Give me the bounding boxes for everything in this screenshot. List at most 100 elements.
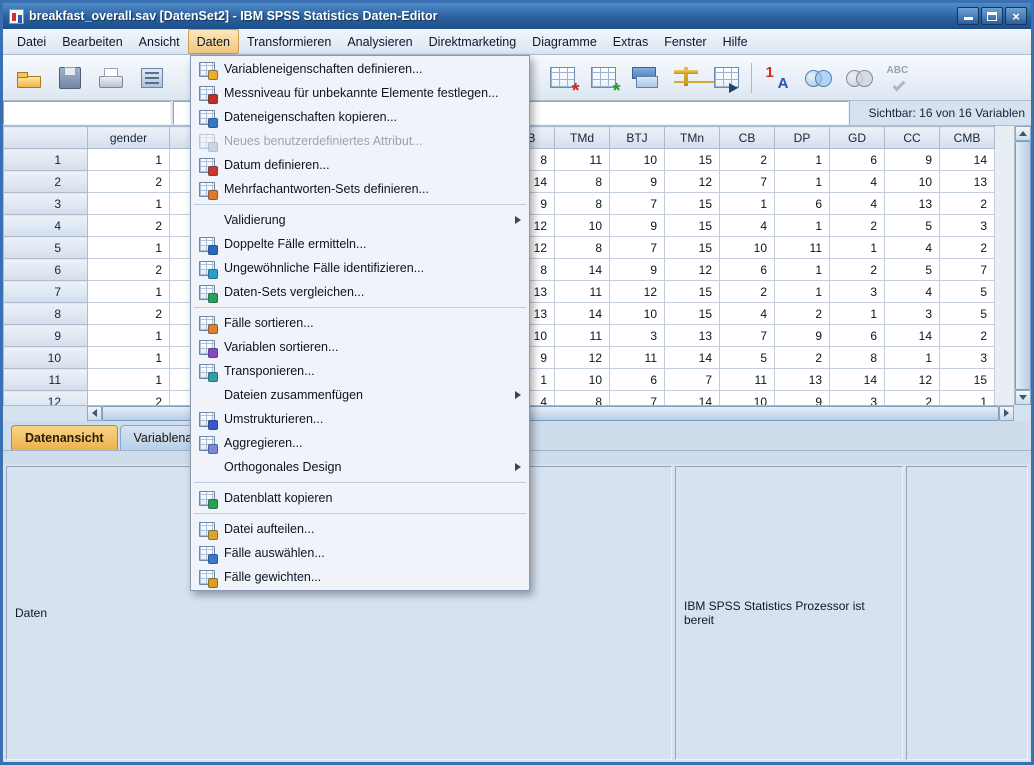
toolbar-button-save[interactable] xyxy=(49,58,90,98)
data-cell[interactable]: 7 xyxy=(940,259,995,281)
menu-item-ungewöhnliche-fälle-identifizieren[interactable]: Ungewöhnliche Fälle identifizieren... xyxy=(191,256,529,280)
data-cell[interactable]: 10 xyxy=(555,215,610,237)
data-cell[interactable]: 5 xyxy=(940,281,995,303)
data-cell[interactable]: 4 xyxy=(830,193,885,215)
data-cell[interactable]: 7 xyxy=(610,193,665,215)
data-cell[interactable]: 4 xyxy=(885,237,940,259)
data-cell[interactable]: 11 xyxy=(555,149,610,171)
data-cell[interactable]: 2 xyxy=(940,325,995,347)
data-cell[interactable]: 14 xyxy=(555,303,610,325)
toolbar-button-show-all-variables[interactable] xyxy=(838,58,879,98)
data-cell[interactable]: 8 xyxy=(555,171,610,193)
row-header-7[interactable]: 7 xyxy=(4,281,88,303)
toolbar-button-insert-cases[interactable] xyxy=(542,58,583,98)
data-cell[interactable]: 10 xyxy=(610,149,665,171)
data-cell[interactable]: 1 xyxy=(88,149,170,171)
data-cell[interactable]: 4 xyxy=(830,171,885,193)
data-cell[interactable]: 10 xyxy=(555,369,610,391)
tab-datenansicht[interactable]: Datenansicht xyxy=(11,425,118,450)
data-cell[interactable]: 4 xyxy=(720,303,775,325)
data-cell[interactable]: 15 xyxy=(665,193,720,215)
data-cell[interactable]: 8 xyxy=(830,347,885,369)
toolbar-button-recall-dialog[interactable] xyxy=(131,58,172,98)
menu-item-fälle-gewichten[interactable]: Fälle gewichten... xyxy=(191,565,529,589)
scroll-left-button[interactable] xyxy=(87,406,102,421)
data-cell[interactable]: 14 xyxy=(830,369,885,391)
menu-item-daten-sets-vergleichen[interactable]: Daten-Sets vergleichen... xyxy=(191,280,529,304)
column-header-tmn[interactable]: TMn xyxy=(665,127,720,149)
data-cell[interactable]: 6 xyxy=(720,259,775,281)
data-cell[interactable]: 7 xyxy=(610,237,665,259)
data-cell[interactable]: 11 xyxy=(775,237,830,259)
toolbar-button-open[interactable] xyxy=(8,58,49,98)
menu-item-variablen-sortieren[interactable]: Variablen sortieren... xyxy=(191,335,529,359)
data-cell[interactable]: 5 xyxy=(720,347,775,369)
data-cell[interactable]: 12 xyxy=(555,347,610,369)
column-header-cmb[interactable]: CMB xyxy=(940,127,995,149)
data-cell[interactable]: 11 xyxy=(720,369,775,391)
menu-item-umstrukturieren[interactable]: Umstrukturieren... xyxy=(191,407,529,431)
data-cell[interactable]: 9 xyxy=(610,171,665,193)
toolbar-button-value-labels[interactable] xyxy=(756,58,797,98)
data-cell[interactable]: 6 xyxy=(610,369,665,391)
vertical-scrollbar[interactable] xyxy=(1014,126,1031,405)
data-cell[interactable]: 12 xyxy=(665,259,720,281)
data-cell[interactable]: 2 xyxy=(88,391,170,405)
data-cell[interactable]: 14 xyxy=(665,391,720,405)
data-cell[interactable]: 2 xyxy=(775,347,830,369)
menu-item-validierung[interactable]: Validierung xyxy=(191,208,529,232)
row-header-1[interactable]: 1 xyxy=(4,149,88,171)
scroll-up-button[interactable] xyxy=(1015,126,1031,141)
row-header-11[interactable]: 11 xyxy=(4,369,88,391)
data-cell[interactable]: 11 xyxy=(555,281,610,303)
data-cell[interactable]: 6 xyxy=(775,193,830,215)
data-cell[interactable]: 7 xyxy=(720,171,775,193)
menubar-item-direktmarketing[interactable]: Direktmarketing xyxy=(421,29,525,54)
data-cell[interactable]: 3 xyxy=(940,215,995,237)
data-cell[interactable]: 3 xyxy=(885,303,940,325)
menubar-item-transformieren[interactable]: Transformieren xyxy=(239,29,339,54)
data-cell[interactable]: 14 xyxy=(665,347,720,369)
data-cell[interactable]: 15 xyxy=(665,303,720,325)
menubar-item-extras[interactable]: Extras xyxy=(605,29,656,54)
menu-item-messniveau-für-unbekannte-elemente-festlegen[interactable]: Messniveau für unbekannte Elemente festl… xyxy=(191,81,529,105)
data-cell[interactable]: 14 xyxy=(885,325,940,347)
menubar-item-datei[interactable]: Datei xyxy=(9,29,54,54)
column-header-btj[interactable]: BTJ xyxy=(610,127,665,149)
menubar-item-daten[interactable]: Daten xyxy=(188,29,239,54)
menubar-item-diagramme[interactable]: Diagramme xyxy=(524,29,605,54)
toolbar-button-select-cases[interactable] xyxy=(706,58,747,98)
data-cell[interactable]: 13 xyxy=(885,193,940,215)
menubar-item-bearbeiten[interactable]: Bearbeiten xyxy=(54,29,130,54)
menu-item-fälle-sortieren[interactable]: Fälle sortieren... xyxy=(191,311,529,335)
table-corner-cell[interactable] xyxy=(4,127,88,149)
column-header-tmd[interactable]: TMd xyxy=(555,127,610,149)
data-cell[interactable]: 7 xyxy=(720,325,775,347)
data-cell[interactable]: 12 xyxy=(610,281,665,303)
data-cell[interactable]: 11 xyxy=(555,325,610,347)
data-cell[interactable]: 4 xyxy=(720,215,775,237)
data-cell[interactable]: 13 xyxy=(665,325,720,347)
data-cell[interactable]: 6 xyxy=(830,325,885,347)
data-cell[interactable]: 2 xyxy=(88,171,170,193)
menu-item-dateien-zusammenfügen[interactable]: Dateien zusammenfügen xyxy=(191,383,529,407)
data-cell[interactable]: 1 xyxy=(88,237,170,259)
data-cell[interactable]: 2 xyxy=(940,193,995,215)
column-header-dp[interactable]: DP xyxy=(775,127,830,149)
data-cell[interactable]: 10 xyxy=(720,237,775,259)
row-header-6[interactable]: 6 xyxy=(4,259,88,281)
toolbar-button-insert-variable[interactable] xyxy=(583,58,624,98)
cell-reference-box[interactable] xyxy=(3,101,171,125)
data-cell[interactable]: 2 xyxy=(720,281,775,303)
data-cell[interactable]: 15 xyxy=(665,149,720,171)
data-cell[interactable]: 2 xyxy=(720,149,775,171)
data-cell[interactable]: 1 xyxy=(88,193,170,215)
row-header-5[interactable]: 5 xyxy=(4,237,88,259)
toolbar-button-use-sets[interactable] xyxy=(797,58,838,98)
data-cell[interactable]: 10 xyxy=(885,171,940,193)
data-cell[interactable]: 11 xyxy=(610,347,665,369)
data-cell[interactable]: 1 xyxy=(88,369,170,391)
row-header-8[interactable]: 8 xyxy=(4,303,88,325)
data-cell[interactable]: 5 xyxy=(885,215,940,237)
row-header-2[interactable]: 2 xyxy=(4,171,88,193)
